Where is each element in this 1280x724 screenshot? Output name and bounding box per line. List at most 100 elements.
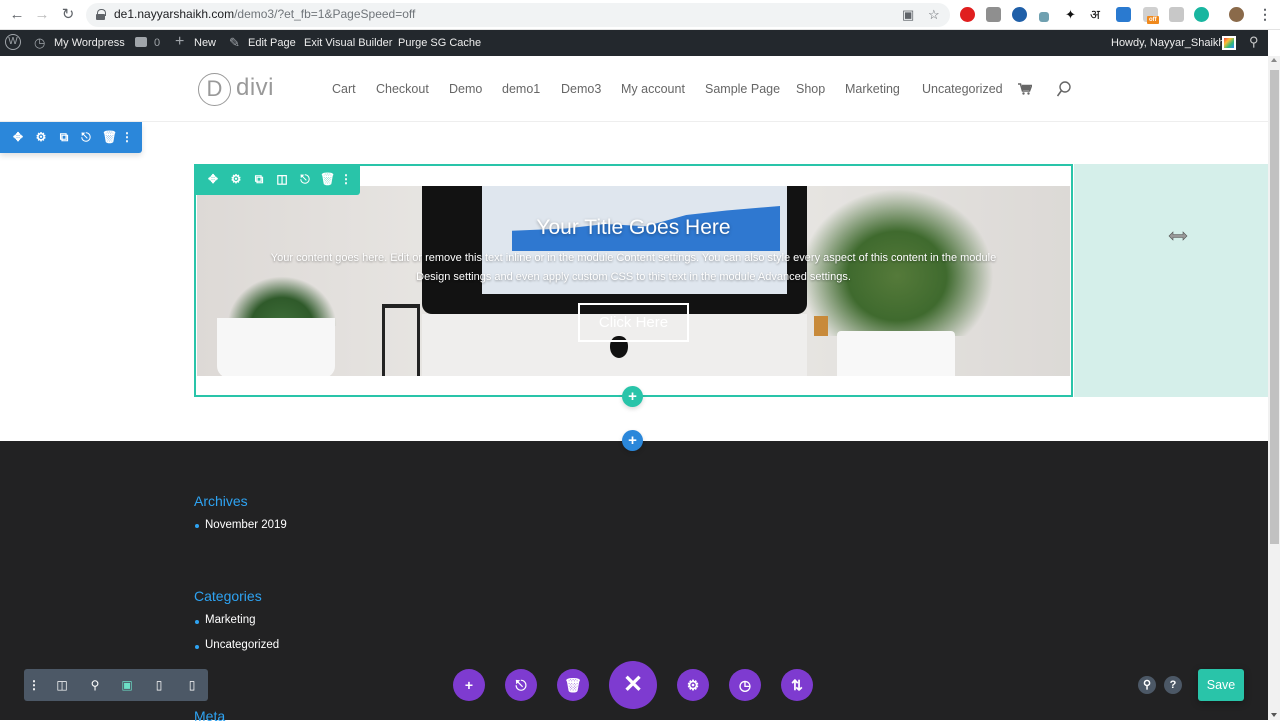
wireframe-view-icon[interactable]: ◫	[54, 677, 70, 693]
row-hover-area	[1074, 164, 1268, 397]
screenshot-extension-icon[interactable]	[1169, 7, 1184, 22]
scrollbar-thumb[interactable]	[1270, 70, 1279, 544]
portability-button[interactable]: ⎋	[505, 669, 537, 701]
list-bullet	[195, 524, 199, 528]
pencil-icon: ✎	[229, 35, 240, 50]
zoom-icon[interactable]: ⚲	[87, 677, 103, 693]
save-to-library-icon[interactable]: ⎋	[298, 172, 312, 186]
tablet-view-icon[interactable]: ▯	[151, 677, 167, 693]
nav-item-demo3[interactable]: Demo3	[561, 82, 601, 96]
section-settings-toolbar: ✥ ⚙ ⧉ ⎋ 🗑 ⋮	[0, 122, 142, 153]
widget-title-archives: Archives	[194, 493, 248, 509]
extension-badge: off	[1147, 16, 1159, 24]
row-settings-toolbar: ✥ ⚙ ⧉ ◫ ⎋ 🗑 ⋮	[194, 164, 360, 195]
more-options-icon[interactable]: ⋮	[120, 130, 134, 144]
cart-icon[interactable]	[1018, 83, 1032, 95]
sort-button[interactable]: ⇅	[781, 669, 813, 701]
new-link[interactable]: New	[194, 37, 216, 49]
nav-item-shop[interactable]: Shop	[796, 82, 825, 96]
header-search-icon[interactable]	[1057, 81, 1071, 97]
phone-view-icon[interactable]: ▯	[184, 677, 200, 693]
address-bar[interactable]: de1.nayyarshaikh.com/demo3/?et_fb=1&Page…	[86, 3, 950, 27]
edit-page-link[interactable]: Edit Page	[248, 37, 296, 49]
move-icon[interactable]: ✥	[11, 130, 25, 144]
wordpress-logo-icon[interactable]: W	[5, 34, 21, 50]
duplicate-icon[interactable]: ⧉	[252, 172, 266, 186]
howdy-user-link[interactable]: Howdy, Nayyar_Shaikh	[1111, 37, 1225, 49]
ninja-extension-icon[interactable]: ✦	[1065, 7, 1080, 22]
gear-icon[interactable]: ⚙	[34, 130, 48, 144]
cast-icon[interactable]: ▣	[902, 7, 914, 23]
nav-item-checkout[interactable]: Checkout	[376, 82, 429, 96]
add-module-button[interactable]: +	[453, 669, 485, 701]
logo-text[interactable]: divi	[236, 74, 274, 102]
duplicate-icon[interactable]: ⧉	[57, 130, 71, 144]
help-button[interactable]: ?	[1164, 676, 1182, 694]
move-icon[interactable]: ✥	[206, 172, 220, 186]
chrome-menu-icon[interactable]: ⋮	[1258, 7, 1273, 22]
plus-icon: +	[175, 33, 185, 50]
gear-icon[interactable]: ⚙	[229, 172, 243, 186]
nav-item-demo1[interactable]: demo1	[502, 82, 540, 96]
save-button[interactable]: Save	[1198, 669, 1244, 701]
nav-item-cart[interactable]: Cart	[332, 82, 356, 96]
eyedropper-extension-icon[interactable]	[1039, 12, 1049, 22]
profile-avatar[interactable]	[1229, 7, 1244, 22]
more-options-icon[interactable]: ⋮	[339, 172, 353, 186]
category-link-marketing[interactable]: Marketing	[205, 614, 256, 626]
reload-icon[interactable]: ↻	[59, 6, 77, 24]
wp-admin-bar: W ◷ My Wordpress 0 + New ✎ Edit Page Exi…	[0, 30, 1268, 56]
dashboard-icon: ◷	[34, 35, 46, 50]
fb-extension-icon[interactable]	[986, 7, 1001, 22]
hindi-extension-icon[interactable]: अ	[1090, 7, 1105, 22]
url-path: /demo3/?et_fb=1&PageSpeed=off	[234, 7, 416, 21]
comments-icon	[135, 37, 147, 47]
nav-item-my-account[interactable]: My account	[621, 82, 685, 96]
view-mode-toolbar: ⋮ ◫ ⚲ ▣ ▯ ▯	[24, 669, 208, 701]
clear-layout-button[interactable]: 🗑	[557, 669, 589, 701]
url-text[interactable]: de1.nayyarshaikh.com/demo3/?et_fb=1&Page…	[114, 7, 415, 21]
nav-item-demo[interactable]: Demo	[449, 82, 482, 96]
page-scrollbar[interactable]	[1268, 56, 1280, 720]
page-settings-button[interactable]: ⚙	[677, 669, 709, 701]
row-outline	[194, 164, 1073, 397]
site-header: D divi Cart Checkout Demo demo1 Demo3 My…	[0, 56, 1268, 122]
save-to-library-icon[interactable]: ⎋	[79, 130, 93, 144]
list-bullet	[195, 620, 199, 624]
url-domain: de1.nayyarshaikh.com	[114, 7, 235, 21]
bookmark-star-icon[interactable]: ☆	[928, 7, 940, 23]
nav-item-sample-page[interactable]: Sample Page	[705, 82, 780, 96]
scroll-down-arrow-icon[interactable]	[1271, 713, 1277, 717]
download-extension-icon[interactable]	[1116, 7, 1131, 22]
search-icon[interactable]: ⚲	[1138, 676, 1156, 694]
add-section-button[interactable]: +	[622, 430, 643, 451]
widget-title-meta: Meta	[194, 708, 226, 724]
nav-item-uncategorized[interactable]: Uncategorized	[922, 82, 1003, 96]
add-row-button[interactable]: +	[622, 386, 643, 407]
search-icon[interactable]: ⚲	[1249, 34, 1259, 50]
close-builder-button[interactable]: ✕	[609, 661, 657, 709]
trash-icon[interactable]: 🗑	[102, 130, 117, 144]
exit-visual-builder-link[interactable]: Exit Visual Builder	[304, 37, 392, 49]
lock-icon	[96, 9, 106, 20]
opera-extension-icon[interactable]	[960, 7, 975, 22]
forward-arrow-icon[interactable]: →	[33, 6, 51, 24]
logo-mark[interactable]: D	[198, 73, 231, 106]
site-name-link[interactable]: My Wordpress	[54, 37, 125, 49]
back-arrow-icon[interactable]: ←	[8, 6, 26, 24]
nav-item-marketing[interactable]: Marketing	[845, 82, 900, 96]
widget-title-categories: Categories	[194, 588, 262, 604]
history-button[interactable]: ◷	[729, 669, 761, 701]
columns-icon[interactable]: ◫	[275, 172, 289, 186]
user-avatar[interactable]	[1222, 36, 1236, 50]
category-link-uncategorized[interactable]: Uncategorized	[205, 639, 279, 651]
scroll-up-arrow-icon[interactable]	[1271, 58, 1277, 62]
m-extension-icon[interactable]	[1194, 7, 1209, 22]
desktop-view-icon[interactable]: ▣	[119, 677, 135, 693]
compass-extension-icon[interactable]	[1012, 7, 1027, 22]
trash-icon[interactable]: 🗑	[320, 172, 335, 186]
comments-count[interactable]: 0	[154, 37, 160, 49]
more-options-icon[interactable]: ⋮	[26, 677, 42, 693]
purge-cache-link[interactable]: Purge SG Cache	[398, 37, 481, 49]
archive-link[interactable]: November 2019	[205, 519, 287, 531]
